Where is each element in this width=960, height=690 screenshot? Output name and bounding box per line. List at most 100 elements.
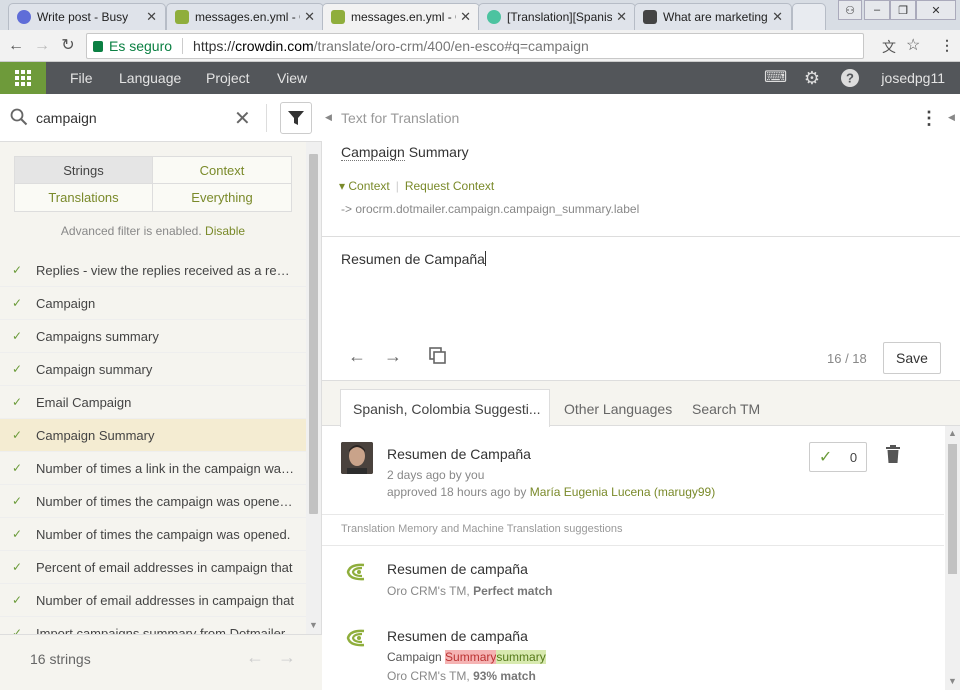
chrome-menu-icon[interactable]: ⋮ [940,37,954,54]
save-button[interactable]: Save [883,342,941,374]
lock-icon [93,40,103,52]
secure-indicator[interactable]: Es seguro [93,38,172,54]
suggestions-scrollbar[interactable]: ▲ ▼ [945,426,960,690]
suggestion-approval: approved 18 hours ago by María Eugenia L… [387,485,716,499]
browser-tab[interactable]: What are marketing ✕ [634,3,792,30]
filter-button[interactable] [280,102,312,134]
tm-suggestion-text[interactable]: Resumen de campaña [387,628,528,644]
list-item[interactable]: ✓ Number of times the campaign was opened… [0,485,306,518]
more-options-icon[interactable]: ⋮ [920,108,938,129]
bookmark-star-icon[interactable]: ☆ [906,35,920,55]
tab-other-languages[interactable]: Other Languages [552,391,684,427]
copy-source-icon[interactable] [428,346,448,371]
previous-string-icon[interactable]: ← [348,346,366,367]
next-page-icon[interactable]: → [278,647,296,668]
filter-everything[interactable]: Everything [153,184,291,211]
list-item[interactable]: ✓ Number of times the campaign was opened… [0,518,306,551]
minimize-icon[interactable]: – [864,0,890,20]
help-icon[interactable]: ? [840,68,860,88]
scroll-down-icon[interactable]: ▼ [309,620,318,630]
check-icon: ✓ [12,263,23,277]
username[interactable]: josedpg11 [881,70,945,86]
check-icon: ✓ [12,395,23,409]
translation-editor[interactable]: Resumen de Campaña [322,236,960,336]
trash-icon[interactable] [885,444,901,464]
strings-panel: campaign ✕ Strings Context Translations … [0,94,322,690]
list-item[interactable]: ✓ Number of times a link in the campaign … [0,452,306,485]
list-item[interactable]: ✓ Campaign summary [0,353,306,386]
collapse-right-icon[interactable]: ◀ [948,112,955,123]
scrollbar-thumb[interactable] [309,154,318,514]
check-icon: ✓ [12,527,23,541]
list-item[interactable]: ✓ Number of email addresses in campaign t… [0,584,306,617]
svg-text:?: ? [846,71,854,86]
translate-icon[interactable]: 文 [882,37,896,57]
browser-tab-active[interactable]: messages.en.yml - C ✕ [322,3,480,30]
check-icon: ✓ [12,329,23,343]
crowdin-favicon-icon [175,10,189,24]
close-window-icon[interactable]: ✕ [916,0,956,20]
browser-tab[interactable]: [Translation][Spanis ✕ [478,3,636,30]
approver-link[interactable]: María Eugenia Lucena (marugy99) [530,485,715,499]
address-bar[interactable]: Es seguro https://crowdin.com/translate/… [86,33,864,59]
check-icon: ✓ [12,428,23,442]
context-toggle[interactable]: ▾ Context [339,179,390,193]
scroll-up-icon[interactable]: ▲ [948,428,957,438]
menu-language[interactable]: Language [119,70,181,86]
menu-view[interactable]: View [277,70,307,86]
prev-page-icon[interactable]: ← [246,647,264,668]
close-tab-icon[interactable]: ✕ [460,9,471,25]
collapse-left-icon[interactable]: ◀ [325,112,332,123]
forward-icon[interactable]: → [32,36,52,56]
tab-language-suggestions[interactable]: Spanish, Colombia Suggesti... [340,389,550,427]
tm-section-header: Translation Memory and Machine Translati… [341,523,623,535]
browser-toolbar: ← → ↻ Es seguro https://crowdin.com/tran… [0,30,960,62]
close-tab-icon[interactable]: ✕ [616,9,627,25]
user-profile-icon[interactable]: ⚇ [838,0,862,20]
menu-file[interactable]: File [70,70,93,86]
next-string-icon[interactable]: → [384,346,402,367]
busy-favicon-icon [17,10,31,24]
apps-menu-button[interactable] [0,62,46,94]
list-item[interactable]: ✓ Campaigns summary [0,320,306,353]
request-context-link[interactable]: Request Context [405,179,494,193]
reload-icon[interactable]: ↻ [58,36,78,56]
check-icon: ✓ [12,461,23,475]
scrollbar-thumb[interactable] [948,444,957,574]
close-tab-icon[interactable]: ✕ [304,9,315,25]
browser-tab[interactable]: messages.en.yml - C ✕ [166,3,324,30]
avatar [341,442,373,474]
tab-search-tm[interactable]: Search TM [680,391,772,427]
browser-tabstrip: Write post - Busy ✕ messages.en.yml - C … [0,0,960,30]
list-item[interactable]: ✓ Percent of email addresses in campaign … [0,551,306,584]
tm-suggestion-text[interactable]: Resumen de campaña [387,561,528,577]
list-item[interactable]: ✓ Import campaigns summary from Dotmailer [0,617,306,635]
disable-filter-link[interactable]: Disable [205,224,245,238]
gear-icon[interactable]: ⚙ [802,68,822,88]
list-item-selected[interactable]: ✓ Campaign Summary [0,419,306,452]
strings-scrollbar[interactable]: ▼ [306,142,321,634]
vote-button[interactable]: ✓ 0 [809,442,867,472]
strings-footer: 16 strings ← → [0,634,322,690]
scroll-down-icon[interactable]: ▼ [948,676,957,686]
search-input[interactable]: campaign [36,110,97,126]
translation-panel: ◀ ◀ Text for Translation ⋮ Campaign Summ… [322,94,960,690]
filter-strings[interactable]: Strings [15,157,153,184]
list-item[interactable]: ✓ Email Campaign [0,386,306,419]
filter-context[interactable]: Context [153,157,291,184]
browser-tab[interactable]: Write post - Busy ✕ [8,3,166,30]
filter-translations[interactable]: Translations [15,184,153,211]
list-item[interactable]: ✓ Replies - view the replies received as … [0,254,306,287]
check-icon: ✓ [12,494,23,508]
new-tab-button[interactable] [792,3,826,30]
close-tab-icon[interactable]: ✕ [146,9,157,25]
back-icon[interactable]: ← [6,36,26,56]
list-item[interactable]: ✓ Campaign [0,287,306,320]
keyboard-icon[interactable]: ⌨ [764,68,787,88]
menu-project[interactable]: Project [206,70,250,86]
translation-input[interactable]: Resumen de Campaña [341,251,485,267]
restore-icon[interactable]: ❐ [890,0,916,20]
close-tab-icon[interactable]: ✕ [772,9,783,25]
suggestion-text[interactable]: Resumen de Campaña [387,446,531,462]
clear-search-icon[interactable]: ✕ [234,106,251,131]
